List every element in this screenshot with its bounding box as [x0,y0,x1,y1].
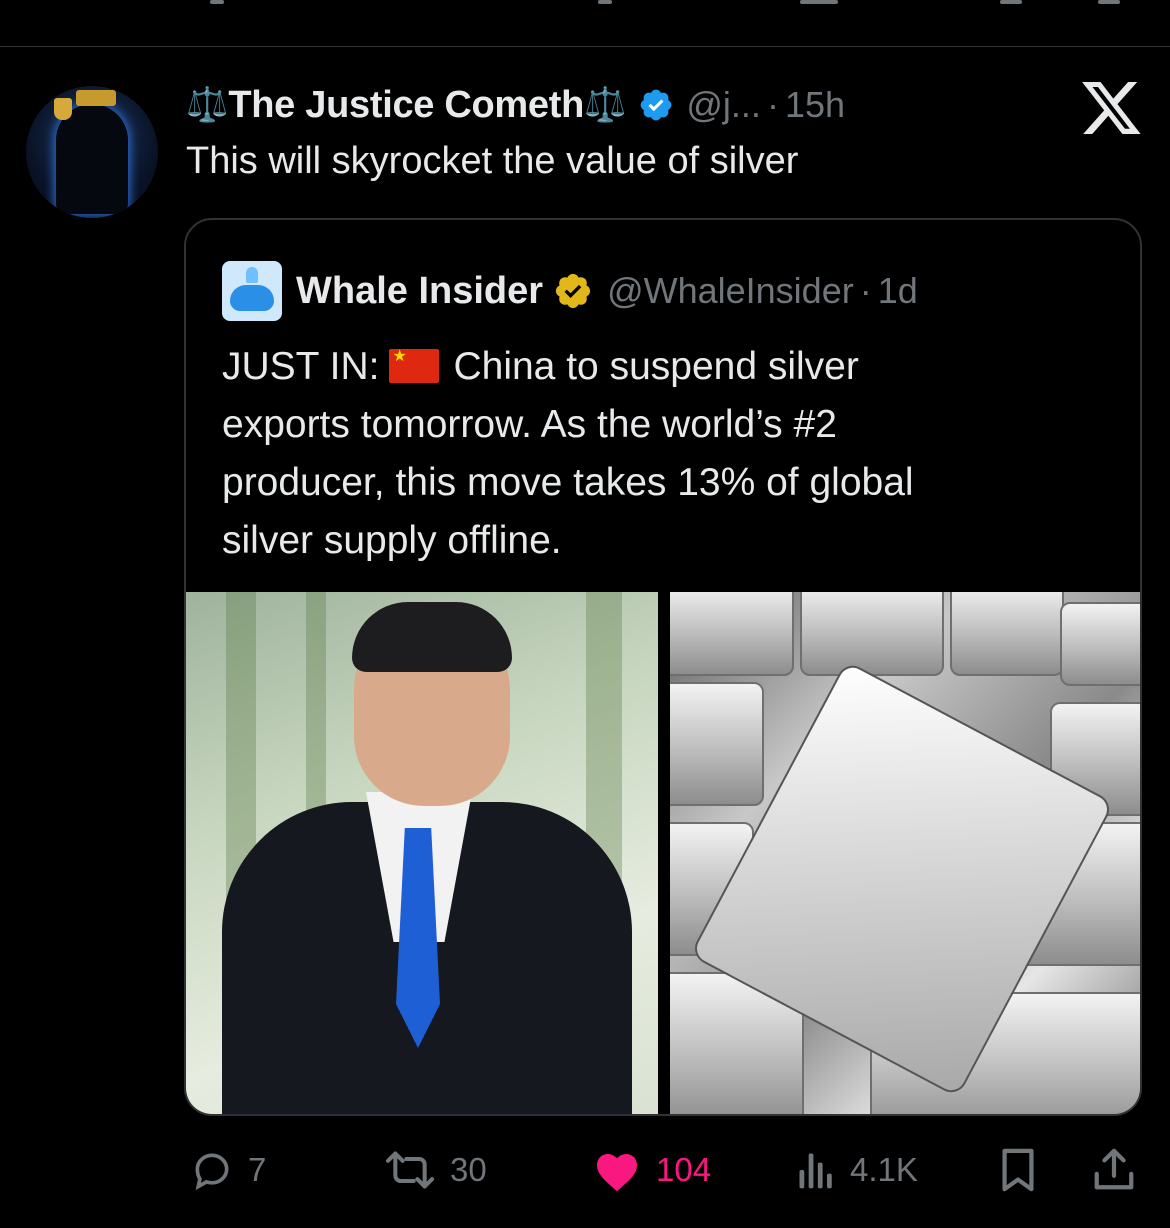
quote-author-handle[interactable]: @WhaleInsider [607,270,854,312]
quote-text-line: exports tomorrow. As the world’s #2 [222,403,837,446]
like-button[interactable]: 104 [592,1140,711,1200]
tweet-actions: 7 30 104 4.1K [0,1140,1170,1200]
silver-bar [800,592,944,676]
verified-gold-badge-icon [555,273,591,309]
bookmark-icon [1002,1148,1034,1192]
verified-badge-icon [641,89,672,121]
repost-icon [385,1151,435,1189]
hair [352,602,512,672]
quote-text-prefix: JUST IN: [222,345,380,388]
avatar-sign [76,90,116,106]
quote-author-avatar[interactable] [222,261,282,321]
whale-spout [246,267,258,283]
like-count: 104 [656,1151,712,1188]
separator-dot: · [766,84,779,125]
scale-icon: ⚖️ [186,86,229,124]
silver-bar [670,682,764,806]
tweet-timestamp[interactable]: 15h [785,84,845,126]
man-in-suit-photo[interactable] [186,592,658,1114]
tweet-text: This will skyrocket the value of silver [186,140,799,182]
quote-header: Whale Insider @WhaleInsider · 1d [222,260,918,322]
silver-bars-photo[interactable] [670,592,1140,1114]
separator-dot: · [859,270,872,311]
share-button[interactable] [1092,1140,1136,1200]
author-avatar[interactable] [26,86,158,218]
scale-icon: ⚖️ [584,86,627,124]
reply-count: 7 [248,1151,267,1188]
silver-bar [1060,602,1140,686]
share-icon [1094,1148,1134,1190]
previous-tweet-actions [0,0,1170,20]
bookmark-button[interactable] [998,1140,1038,1200]
x-logo-icon [1082,82,1141,134]
hooded-figure [56,104,128,214]
quote-text-line: silver supply offline. [222,519,562,562]
quote-text-line: producer, this move takes 13% of global [222,461,914,504]
quote-text-suffix: China to suspend silver [453,345,859,388]
views-button[interactable]: 4.1K [796,1140,918,1200]
goblet [54,98,72,120]
quote-text-line: JUST IN: China to suspend silver [222,338,1102,396]
quote-timestamp[interactable]: 1d [878,270,918,312]
repost-count: 30 [450,1151,487,1188]
view-count: 4.1K [850,1151,918,1188]
heart-icon [597,1154,637,1192]
repost-button[interactable]: 30 [384,1140,487,1200]
author-handle[interactable]: @j... [686,84,761,126]
author-name[interactable]: The Justice Cometh [228,84,584,127]
quote-author-name[interactable]: Whale Insider [296,270,543,313]
silver-bar [950,592,1064,676]
whale-icon [230,285,274,311]
tweet-header: ⚖️ The Justice Cometh ⚖️ @j... · 15h [186,80,845,130]
views-icon [799,1153,832,1189]
china-flag-icon [389,348,440,383]
reply-button[interactable]: 7 [190,1140,266,1200]
quote-text: JUST IN: China to suspend silver exports … [222,338,1102,570]
tweet-divider [0,46,1170,47]
reply-icon [195,1153,229,1191]
silver-bar [670,592,794,676]
quoted-tweet[interactable]: Whale Insider @WhaleInsider · 1d JUST IN… [184,218,1142,1116]
